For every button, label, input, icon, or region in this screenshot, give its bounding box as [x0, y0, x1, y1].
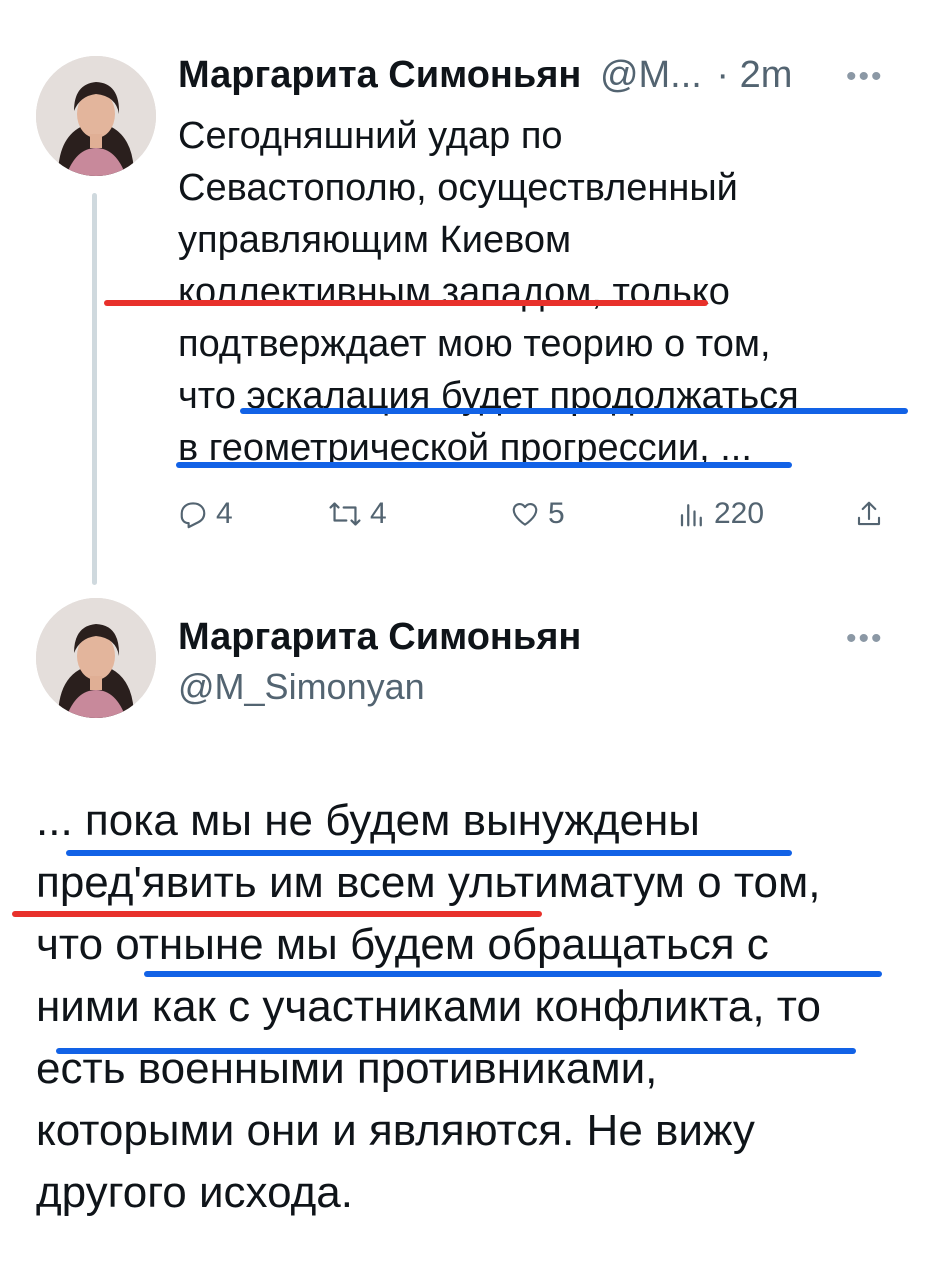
views-icon	[680, 504, 702, 527]
avatar[interactable]	[36, 56, 156, 176]
tweet-text-line: что отныне мы будем обращаться с	[36, 920, 769, 969]
author-name[interactable]: Маргарита Симоньян	[178, 612, 581, 662]
tweet-text-line: что эскалация будет продолжаться	[178, 375, 799, 417]
avatar[interactable]	[36, 598, 156, 718]
like-icon	[512, 502, 538, 526]
views-button[interactable]: 220	[678, 492, 764, 536]
tweet-text-line: Сегодняшний удар по	[178, 115, 563, 157]
tweet-header: Маргарита Симоньян @M... · 2m	[178, 50, 898, 100]
blue-underline	[144, 971, 882, 977]
author-name[interactable]: Маргарита Симоньян	[178, 54, 581, 96]
repost-count: 4	[370, 497, 387, 530]
tweet-text-line: другого исхода.	[36, 1168, 353, 1217]
separator: ·	[716, 54, 730, 96]
red-underline	[12, 911, 542, 917]
red-underline	[104, 300, 708, 306]
tweet-actions: 4 4 5 220	[178, 492, 898, 536]
thread-line	[92, 193, 97, 585]
share-button[interactable]	[854, 492, 884, 536]
author-handle[interactable]: @M...	[600, 54, 702, 96]
reply-icon	[180, 502, 206, 529]
blue-underline	[176, 462, 792, 468]
timestamp[interactable]: 2m	[740, 54, 793, 96]
views-count: 220	[714, 497, 765, 530]
reply-count: 4	[216, 497, 233, 530]
tweet-text: Сегодняшний удар по Севастополю, осущест…	[178, 110, 878, 474]
like-button[interactable]: 5	[510, 492, 565, 536]
tweet-text-line: коллективным западом, только	[178, 271, 730, 313]
blue-underline	[66, 850, 792, 856]
repost-button[interactable]: 4	[328, 492, 387, 536]
avatar-photo	[36, 598, 156, 718]
blue-underline	[56, 1048, 856, 1054]
share-icon	[857, 501, 881, 526]
tweet-text-line: Севастополю, осуществленный	[178, 167, 738, 209]
more-options-icon[interactable]: •••	[846, 62, 884, 92]
reply-button[interactable]: 4	[178, 492, 233, 536]
tweet-text-line: управляющим Киевом	[178, 219, 572, 261]
like-count: 5	[548, 497, 565, 530]
repost-icon	[329, 502, 361, 526]
author-handle[interactable]: @M_Simonyan	[178, 662, 425, 712]
blue-underline	[240, 408, 908, 414]
tweet-text-line: пред'явить им всем ультиматум о том,	[36, 858, 821, 907]
tweet-text-line: которыми они и являются. Не вижу	[36, 1106, 755, 1155]
tweet-text-line: ними как с участниками конфликта, то	[36, 982, 821, 1031]
more-options-icon[interactable]: •••	[846, 624, 884, 654]
tweet-text-line: ... пока мы не будем вынуждены	[36, 796, 700, 845]
tweet-text-line: подтверждает мою теорию о том,	[178, 323, 771, 365]
avatar-photo	[36, 56, 156, 176]
